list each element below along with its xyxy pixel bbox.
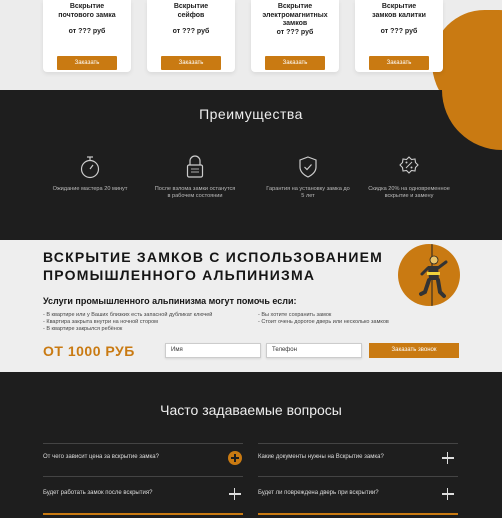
shield-check-icon xyxy=(299,156,317,178)
list-item: - В квартире или у Ваших близких есть за… xyxy=(43,312,213,318)
conditions-list-left: - В квартире или у Ваших близких есть за… xyxy=(43,312,212,333)
faq-question[interactable]: От чего зависит цена за вскрытие замка? xyxy=(43,454,159,460)
faq-question[interactable]: Будет работать замок после вскрытия? xyxy=(43,490,152,496)
card-price: от ??? руб xyxy=(68,28,106,35)
section-title: Часто задаваемые вопросы xyxy=(160,402,342,418)
advantage-text: Ожидание мастера 20 минут xyxy=(52,186,128,192)
section-subtitle: Услуги промышленного альпинизма могут по… xyxy=(43,296,297,306)
list-item: - Стоит очень дорогое дверь или нескольк… xyxy=(258,319,389,325)
card-title: Вскрытие замков калитки xyxy=(372,3,426,19)
expand-plus-icon[interactable] xyxy=(228,451,242,465)
order-button[interactable]: Заказать xyxy=(161,56,221,70)
faq-question[interactable]: Какие документы нужны на Вскрытие замка? xyxy=(258,454,384,460)
card-title: Вскрытие электромагнитных замков xyxy=(262,3,328,27)
padlock-icon xyxy=(186,155,204,178)
card-price: от ??? руб xyxy=(380,28,418,35)
advantage-text: Гарантия на установку замка до 5 лет xyxy=(266,186,350,199)
expand-plus-icon[interactable] xyxy=(441,487,455,501)
order-button[interactable]: Заказать xyxy=(57,56,117,70)
service-cards-section: Вскрытие почтового замка от ??? руб Зака… xyxy=(0,0,502,90)
list-item: - Вы хотите сохранить замок xyxy=(258,312,332,318)
advantage-item: После взлома замки останутся в рабочем с… xyxy=(153,154,237,200)
name-input[interactable]: Имя xyxy=(165,343,261,358)
section-title: ВСКРЫТИЕ ЗАМКОВ С ИСПОЛЬЗОВАНИЕМ ПРОМЫШЛ… xyxy=(43,249,383,283)
service-card: Вскрытие сейфов от ??? руб Заказать xyxy=(147,0,235,72)
faq-question[interactable]: Будет ли повреждена дверь при вскрытии? xyxy=(258,490,379,496)
expand-plus-icon[interactable] xyxy=(441,451,455,465)
card-title: Вскрытие сейфов xyxy=(173,3,209,19)
divider xyxy=(258,443,458,444)
section-title: Преимущества xyxy=(199,106,303,122)
climber-illustration xyxy=(398,244,460,306)
divider xyxy=(258,513,458,515)
expand-plus-icon[interactable] xyxy=(228,487,242,501)
service-card: Вскрытие электромагнитных замков от ??? … xyxy=(251,0,339,72)
order-button[interactable]: Заказать xyxy=(265,56,325,70)
conditions-list-right: - Вы хотите сохранить замок - Стоит очен… xyxy=(258,312,389,326)
card-price: от ??? руб xyxy=(172,28,210,35)
divider xyxy=(258,476,458,477)
request-call-button[interactable]: Заказать звонок xyxy=(369,343,459,358)
advantages-section: Преимущества Ожидание мастера 20 минут П… xyxy=(0,90,502,240)
alpinism-section: ВСКРЫТИЕ ЗАМКОВ С ИСПОЛЬЗОВАНИЕМ ПРОМЫШЛ… xyxy=(0,240,502,372)
service-card: Вскрытие почтового замка от ??? руб Зака… xyxy=(43,0,131,72)
advantage-item: Ожидание мастера 20 минут xyxy=(48,154,132,193)
advantage-text: Скидка 20% на одновременное вскрытие и з… xyxy=(368,186,450,199)
service-card: Вскрытие замков калитки от ??? руб Заказ… xyxy=(355,0,443,72)
discount-badge-icon xyxy=(399,156,419,174)
faq-section: Часто задаваемые вопросы От чего зависит… xyxy=(0,372,502,518)
card-price: от ??? руб xyxy=(276,28,314,36)
advantage-text: После взлома замки останутся в рабочем с… xyxy=(154,186,236,199)
list-item: - Квартира закрыта внутри на ночной стор… xyxy=(43,319,158,325)
divider xyxy=(43,513,243,515)
advantage-item: Скидка 20% на одновременное вскрытие и з… xyxy=(367,154,451,200)
phone-input[interactable]: Телефон xyxy=(266,343,362,358)
divider xyxy=(43,443,243,444)
price-label: ОТ 1000 РУБ xyxy=(43,343,135,359)
divider xyxy=(43,476,243,477)
list-item: - В квартире закрылся ребёнок xyxy=(43,326,123,332)
card-title: Вскрытие почтового замка xyxy=(58,3,116,19)
order-button[interactable]: Заказать xyxy=(369,56,429,70)
stopwatch-icon xyxy=(80,156,100,179)
advantage-item: Гарантия на установку замка до 5 лет xyxy=(266,154,350,200)
